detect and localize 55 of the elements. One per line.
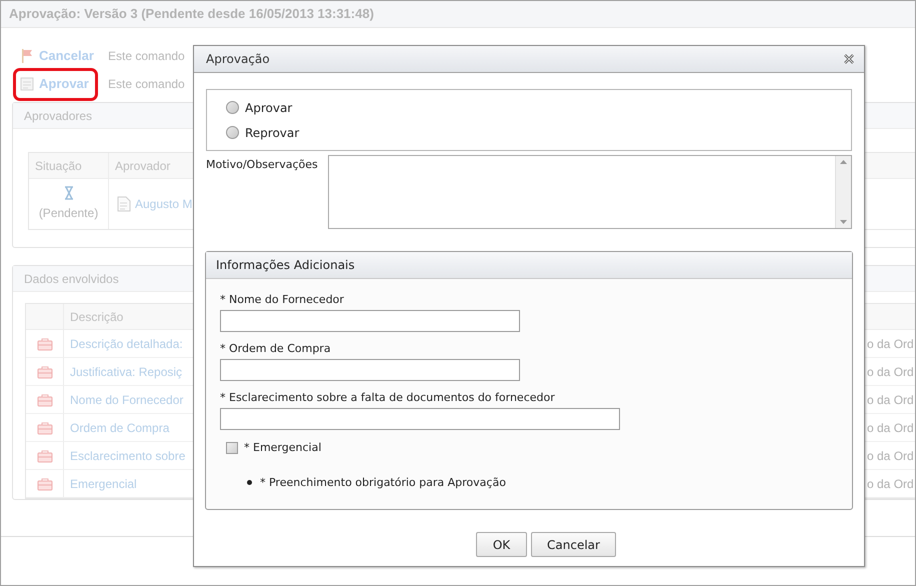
- document-icon: [117, 196, 131, 212]
- field-label: * Esclarecimento sobre a falta de documentos do fornecedor: [220, 391, 555, 405]
- briefcase-icon: [36, 336, 52, 350]
- briefcase-icon: [36, 364, 52, 378]
- command-button[interactable]: Cancelar: [16, 42, 95, 70]
- bullet-icon: [247, 480, 252, 486]
- approver-link[interactable]: Augusto M: [135, 195, 192, 213]
- table-cell-text: o da Ord: [867, 476, 915, 492]
- table-cell-text: o da Ord: [867, 448, 915, 464]
- scroll-down-icon[interactable]: [840, 220, 847, 224]
- input-field[interactable]: [220, 359, 520, 381]
- scroll-up-icon[interactable]: [840, 160, 847, 164]
- note-text: * Preenchimento obrigatório para Aprovação: [260, 474, 506, 490]
- command-description: Este comando: [108, 48, 185, 65]
- command-button[interactable]: Aprovar: [16, 70, 95, 98]
- briefcase-icon: [36, 476, 52, 490]
- page-title: Aprovação: Versão 3 (Pendente desde 16/05/2013 13:31:48): [9, 5, 374, 24]
- command-description: Este comando: [108, 76, 185, 93]
- description-link[interactable]: Esclarecimento sobre: [70, 448, 186, 462]
- briefcase-icon: [36, 448, 52, 462]
- briefcase-icon: [36, 392, 52, 406]
- scrollbar[interactable]: [835, 156, 851, 228]
- document-icon: [19, 76, 35, 92]
- table-cell-text: o da Ord: [867, 420, 915, 436]
- panel-title: Dados envolvidos: [24, 270, 119, 288]
- field-label: * Nome do Fornecedor: [220, 293, 344, 307]
- column-header: Situação: [29, 153, 109, 178]
- column-header: Aprovador: [114, 158, 172, 174]
- notes-field[interactable]: [328, 155, 852, 229]
- dialog-button[interactable]: Cancelar: [531, 532, 616, 557]
- status-text: (Pendente): [38, 205, 98, 222]
- column-header: Descrição: [69, 308, 124, 326]
- radio-option[interactable]: Aprovar: [226, 98, 292, 116]
- radio-option[interactable]: Reprovar: [226, 124, 300, 142]
- description-link[interactable]: Ordem de Compra: [70, 420, 170, 434]
- close-button[interactable]: [842, 52, 856, 66]
- panel-title: Informações Adicionais: [216, 257, 355, 274]
- dialog-title: Aprovação: [206, 51, 270, 68]
- dialog-button[interactable]: OK: [476, 532, 527, 557]
- input-field[interactable]: [220, 408, 620, 430]
- description-link[interactable]: Descrição detalhada:: [70, 336, 183, 350]
- emergency-checkbox[interactable]: * Emergencial: [226, 440, 322, 456]
- table-cell-text: o da Ord: [867, 336, 915, 352]
- hourglass-icon: [64, 186, 74, 200]
- briefcase-icon: [36, 420, 52, 434]
- flag-icon: [19, 48, 35, 64]
- description-link[interactable]: Justificativa: Reposiç: [70, 364, 182, 378]
- table-cell-text: o da Ord: [867, 392, 915, 408]
- description-link[interactable]: Nome do Fornecedor: [70, 392, 184, 406]
- field-label: Motivo/Observações: [206, 157, 319, 173]
- input-field[interactable]: [220, 310, 520, 332]
- field-label: * Ordem de Compra: [220, 342, 331, 356]
- table-cell-text: o da Ord: [867, 364, 915, 380]
- description-link[interactable]: Emergencial: [70, 476, 137, 490]
- panel-title: Aprovadores: [24, 108, 92, 124]
